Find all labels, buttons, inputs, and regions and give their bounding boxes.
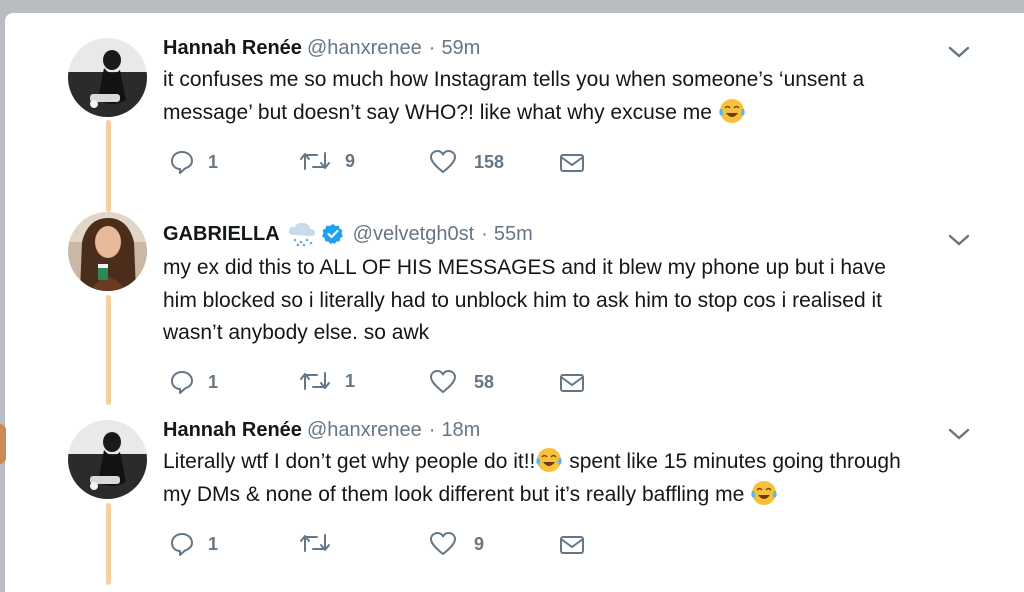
tweet[interactable]: Hannah Renée @hanxrenee · 18m Literally … [5, 413, 1024, 592]
tweet-thread-panel: Hannah Renée @hanxrenee · 59m it confuse… [5, 13, 1024, 592]
avatar[interactable] [68, 212, 147, 291]
retweet-button[interactable]: 9 [299, 149, 355, 173]
reply-count: 1 [208, 371, 219, 392]
heart-icon [430, 150, 456, 173]
envelope-icon [560, 536, 584, 554]
like-button[interactable]: 58 [429, 369, 494, 395]
retweet-icon [300, 152, 330, 170]
tweet-text-line: him blocked so i literally had to unbloc… [163, 288, 882, 312]
tweet-actions: 1 9 158 [165, 149, 605, 179]
reply-icon [171, 533, 193, 556]
envelope-icon [560, 154, 584, 172]
retweet-button[interactable]: 1 [299, 369, 355, 393]
heart-icon [430, 370, 456, 393]
separator-dot: · [481, 222, 488, 245]
author-name[interactable]: Hannah Renée [163, 419, 302, 442]
retweet-button[interactable] [299, 531, 345, 555]
like-count: 158 [474, 151, 505, 172]
direct-message-button[interactable] [559, 534, 585, 556]
tweet-text-line-wrap: message’ but doesn’t say WHO?! like what… [163, 97, 993, 130]
author-handle[interactable]: @hanxrenee [307, 419, 422, 442]
tears-of-joy-emoji-icon [536, 448, 563, 472]
reply-button[interactable]: 1 [169, 531, 218, 557]
tweet-text-segment: spent like 15 minutes going through [563, 450, 901, 473]
tweet-actions: 1 1 58 [165, 369, 605, 399]
tweet-text: Literally wtf I don’t get why people do … [163, 446, 993, 511]
tweet-text-line-wrap: my DMs & none of them look different but… [163, 479, 993, 512]
tears-of-joy-emoji-icon [719, 98, 745, 123]
tweet[interactable]: Hannah Renée @hanxrenee · 59m it confuse… [5, 13, 1024, 203]
retweet-count: 9 [345, 150, 356, 171]
tweet-actions: 1 9 [165, 531, 605, 561]
retweet-count: 1 [345, 370, 356, 391]
reply-button[interactable]: 1 [169, 369, 218, 395]
verified-badge-icon [321, 224, 343, 244]
tweet[interactable]: GABRIELLA @velvetgh0st · 55m my ex did t… [5, 203, 1024, 413]
tweet-text: it confuses me so much how Instagram tel… [163, 64, 993, 129]
retweet-icon [300, 372, 330, 390]
heart-icon [430, 532, 456, 555]
timestamp[interactable]: 18m [441, 419, 480, 442]
tweet-text-segment: Literally wtf I don’t get why people do … [163, 450, 536, 473]
timestamp[interactable]: 55m [494, 223, 533, 246]
tweet-text-line-wrap: Literally wtf I don’t get why people do … [163, 446, 993, 479]
edge-decoration [0, 424, 6, 464]
direct-message-button[interactable] [559, 372, 585, 394]
direct-message-button[interactable] [559, 152, 585, 174]
reply-button[interactable]: 1 [169, 149, 218, 175]
tweet-text-line: wasn’t anybody else. so awk [163, 321, 430, 344]
tweet-text-line: message’ but doesn’t say WHO?! like what… [163, 100, 712, 124]
tweet-header: Hannah Renée @hanxrenee · 59m [163, 37, 480, 60]
author-handle[interactable]: @velvetgh0st [353, 223, 474, 246]
tweet-text-line: my ex did this to ALL OF HIS MESSAGES an… [163, 256, 886, 279]
envelope-icon [560, 374, 584, 392]
chevron-down-icon[interactable] [946, 44, 972, 60]
tweet-text-segment: my DMs & none of them look different but… [163, 482, 745, 506]
retweet-icon [300, 534, 330, 552]
author-name[interactable]: GABRIELLA [163, 223, 280, 246]
tweet-header: GABRIELLA @velvetgh0st · 55m [163, 221, 533, 247]
reply-icon [171, 371, 193, 394]
reply-count: 1 [208, 151, 219, 172]
chevron-down-icon[interactable] [946, 426, 972, 442]
snow-cloud-icon [288, 222, 315, 247]
like-count: 58 [474, 371, 495, 392]
tweet-header: Hannah Renée @hanxrenee · 18m [163, 419, 480, 442]
separator-dot: · [428, 37, 436, 59]
tweet-text-line: it confuses me so much how Instagram tel… [163, 68, 865, 91]
separator-dot: · [428, 419, 436, 441]
avatar[interactable] [68, 420, 147, 499]
avatar[interactable] [68, 38, 147, 117]
tweet-text: my ex did this to ALL OF HIS MESSAGES an… [163, 252, 993, 350]
reply-count: 1 [208, 533, 219, 554]
chevron-down-icon[interactable] [946, 232, 972, 248]
author-handle[interactable]: @hanxrenee [307, 37, 422, 60]
timestamp[interactable]: 59m [441, 37, 480, 60]
like-count: 9 [474, 533, 485, 554]
like-button[interactable]: 158 [429, 149, 504, 175]
like-button[interactable]: 9 [429, 531, 484, 557]
tears-of-joy-emoji-icon [751, 480, 777, 505]
reply-icon [171, 151, 193, 174]
author-name[interactable]: Hannah Renée [163, 37, 302, 60]
